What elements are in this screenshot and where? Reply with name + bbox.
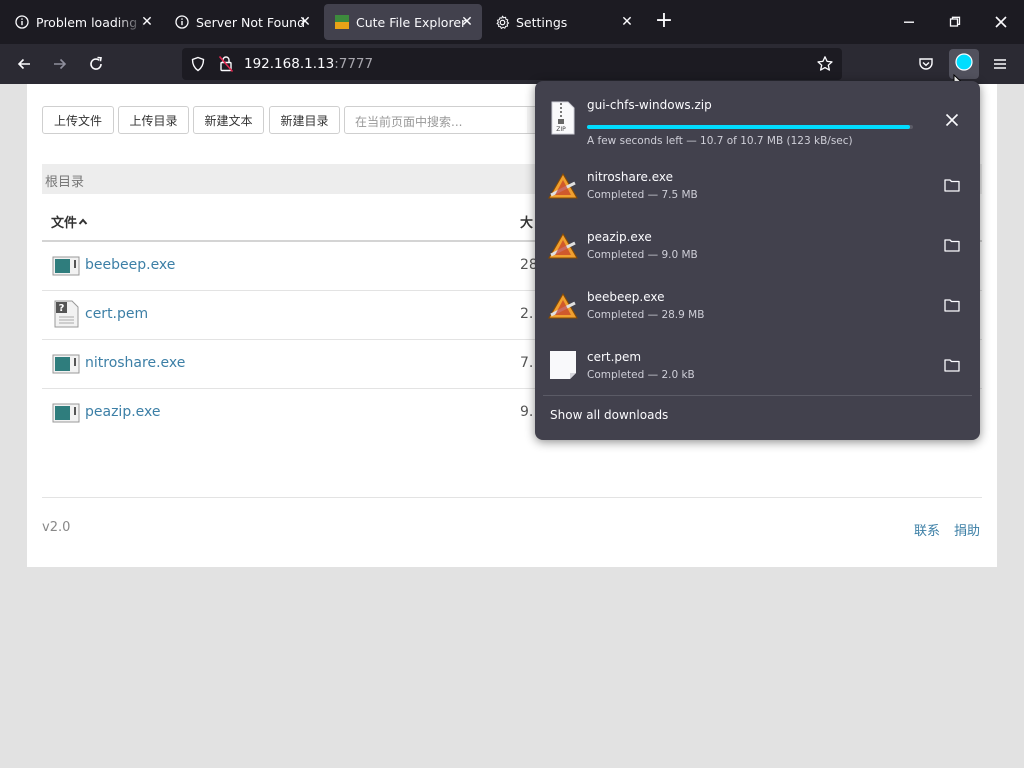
upload-directory-button[interactable]: 上传目录: [118, 106, 189, 134]
info-icon: [14, 14, 30, 30]
exe-file-icon: [547, 231, 579, 263]
download-filename: peazip.exe: [587, 230, 652, 244]
file-link[interactable]: beebeep.exe: [85, 257, 175, 273]
download-filename: beebeep.exe: [587, 290, 665, 304]
file-link[interactable]: nitroshare.exe: [85, 355, 185, 371]
tab-problem-loading[interactable]: Problem loading page ✕: [4, 4, 162, 40]
bookmark-star-icon[interactable]: [816, 55, 834, 77]
file-size: 2.: [520, 306, 534, 322]
download-item[interactable]: peazip.exe Completed — 9.0 MB: [535, 221, 980, 281]
back-arrow-icon[interactable]: [10, 50, 38, 78]
download-status: Completed — 28.9 MB: [587, 309, 705, 321]
new-tab-button[interactable]: +: [652, 10, 676, 34]
download-status: Completed — 7.5 MB: [587, 189, 698, 201]
minimize-window-icon[interactable]: [886, 0, 932, 44]
contact-link[interactable]: 联系: [914, 520, 940, 539]
search-input[interactable]: 在当前页面中搜索...: [344, 106, 528, 134]
close-tab-icon[interactable]: ✕: [456, 11, 478, 33]
new-text-button[interactable]: 新建文本: [193, 106, 264, 134]
url-text: 192.168.1.13:7777: [244, 56, 373, 72]
tab-settings[interactable]: Settings ✕: [486, 4, 642, 40]
file-size: 9.: [520, 404, 534, 420]
show-in-folder-icon[interactable]: [939, 352, 965, 378]
footer-divider: [42, 497, 982, 498]
close-tab-icon[interactable]: ✕: [294, 11, 316, 33]
exe-file-icon: [52, 251, 80, 279]
download-item-active[interactable]: ZIP gui-chfs-windows.zip A few seconds l…: [535, 89, 980, 149]
restore-window-icon[interactable]: [932, 0, 978, 44]
reload-icon[interactable]: [82, 50, 110, 78]
show-in-folder-icon[interactable]: [939, 232, 965, 258]
file-link[interactable]: peazip.exe: [85, 404, 161, 420]
hamburger-menu-icon[interactable]: [986, 50, 1014, 78]
tab-title: Cute File Explorer: [356, 14, 467, 30]
download-item[interactable]: beebeep.exe Completed — 28.9 MB: [535, 281, 980, 341]
unknown-file-icon: ?: [52, 300, 80, 328]
show-in-folder-icon[interactable]: [939, 292, 965, 318]
close-tab-icon[interactable]: ✕: [616, 11, 638, 33]
upload-file-button[interactable]: 上传文件: [42, 106, 114, 134]
document-icon: [547, 349, 579, 381]
file-size: 7.: [520, 355, 534, 371]
svg-text:?: ?: [59, 303, 65, 314]
column-file-label: 文件: [51, 216, 78, 231]
forward-arrow-icon[interactable]: [46, 50, 74, 78]
download-status: Completed — 9.0 MB: [587, 249, 698, 261]
download-status: Completed — 2.0 kB: [587, 369, 695, 381]
download-item[interactable]: cert.pem Completed — 2.0 kB: [535, 341, 980, 401]
file-link[interactable]: cert.pem: [85, 306, 148, 322]
zip-file-icon: ZIP: [547, 101, 579, 135]
exe-file-icon: [547, 171, 579, 203]
column-header-file[interactable]: 文件: [51, 212, 88, 231]
exe-file-icon: [52, 349, 80, 377]
download-progress-bar: [587, 125, 913, 129]
url-port: :7777: [334, 56, 374, 72]
close-window-icon[interactable]: [978, 0, 1024, 44]
svg-text:ZIP: ZIP: [556, 126, 566, 133]
cancel-download-icon[interactable]: [939, 107, 965, 133]
download-progress-icon: [954, 52, 974, 76]
version-label: v2.0: [42, 520, 71, 535]
url-bar[interactable]: 192.168.1.13:7777: [182, 48, 842, 80]
tab-title: Problem loading page: [36, 14, 144, 30]
insecure-lock-icon[interactable]: [218, 55, 234, 77]
download-filename: cert.pem: [587, 350, 642, 364]
tab-cute-file-explorer[interactable]: Cute File Explorer ✕: [324, 4, 482, 40]
column-header-size[interactable]: 大: [520, 212, 533, 231]
download-item[interactable]: nitroshare.exe Completed — 7.5 MB: [535, 161, 980, 221]
download-filename: nitroshare.exe: [587, 170, 674, 184]
tab-title: Settings: [516, 14, 568, 30]
tab-title: Server Not Found: [196, 14, 306, 30]
panel-divider: [543, 395, 972, 396]
pocket-icon[interactable]: [912, 50, 940, 78]
gear-icon: [494, 14, 510, 30]
tab-strip: Problem loading page ✕ Server Not Found …: [0, 0, 1024, 44]
new-directory-button[interactable]: 新建目录: [269, 106, 340, 134]
url-host: 192.168.1.13: [244, 56, 335, 72]
tab-server-not-found[interactable]: Server Not Found ✕: [164, 4, 320, 40]
show-all-downloads-link[interactable]: Show all downloads: [550, 408, 668, 422]
download-progress-fill: [587, 125, 910, 129]
close-tab-icon[interactable]: ✕: [136, 11, 158, 33]
sort-ascending-icon: [78, 216, 88, 231]
donate-link[interactable]: 捐助: [954, 520, 980, 539]
download-status: A few seconds left — 10.7 of 10.7 MB (12…: [587, 135, 853, 147]
info-icon: [174, 14, 190, 30]
show-in-folder-icon[interactable]: [939, 172, 965, 198]
downloads-panel: ZIP gui-chfs-windows.zip A few seconds l…: [535, 81, 980, 440]
tracking-shield-icon[interactable]: [190, 56, 206, 76]
exe-file-icon: [52, 398, 80, 426]
download-filename: gui-chfs-windows.zip: [587, 98, 712, 112]
site-favicon-icon: [334, 14, 350, 30]
exe-file-icon: [547, 291, 579, 323]
